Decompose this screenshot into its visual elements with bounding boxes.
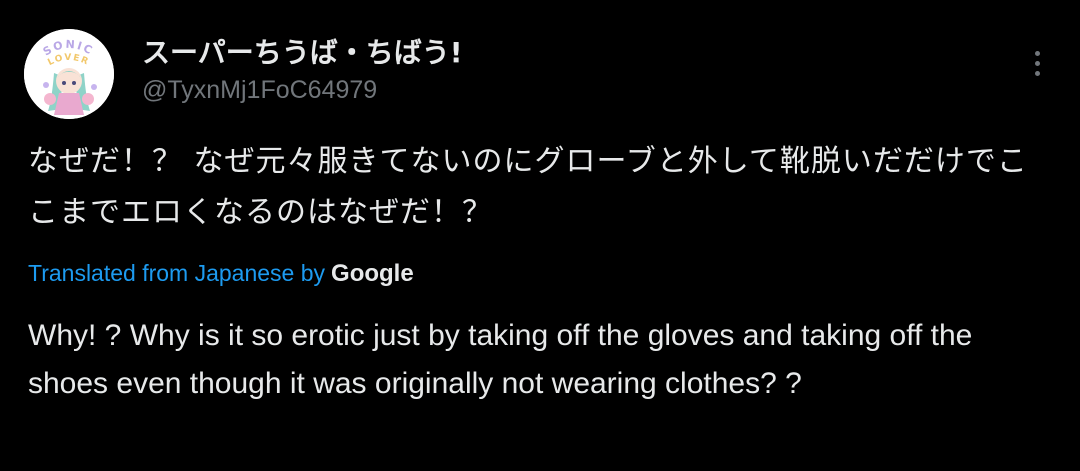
translated-from-link[interactable]: Translated from Japanese by — [28, 260, 325, 286]
more-options-icon — [1034, 60, 1040, 66]
more-options-button[interactable] — [1018, 42, 1056, 84]
user-handle[interactable]: @TyxnMj1FoC64979 — [142, 74, 377, 106]
translated-tweet-text: Why! ? Why is it so erotic just by takin… — [28, 319, 973, 400]
google-logo: Google — [331, 260, 414, 287]
display-name[interactable]: スーパーちうば・ちばう! — [142, 36, 463, 70]
avatar-image: SONIC LOVER — [24, 29, 114, 119]
avatar[interactable]: SONIC LOVER — [24, 29, 114, 119]
more-options-icon — [1034, 50, 1040, 56]
more-options-icon — [1034, 70, 1040, 76]
tweet-text: なぜだ！？ なぜ元々服きてないのにグローブと外して靴脱いだだけでここまでエロくな… — [28, 144, 1028, 230]
translation-attribution: Translated from Japanese by Google — [28, 258, 414, 289]
